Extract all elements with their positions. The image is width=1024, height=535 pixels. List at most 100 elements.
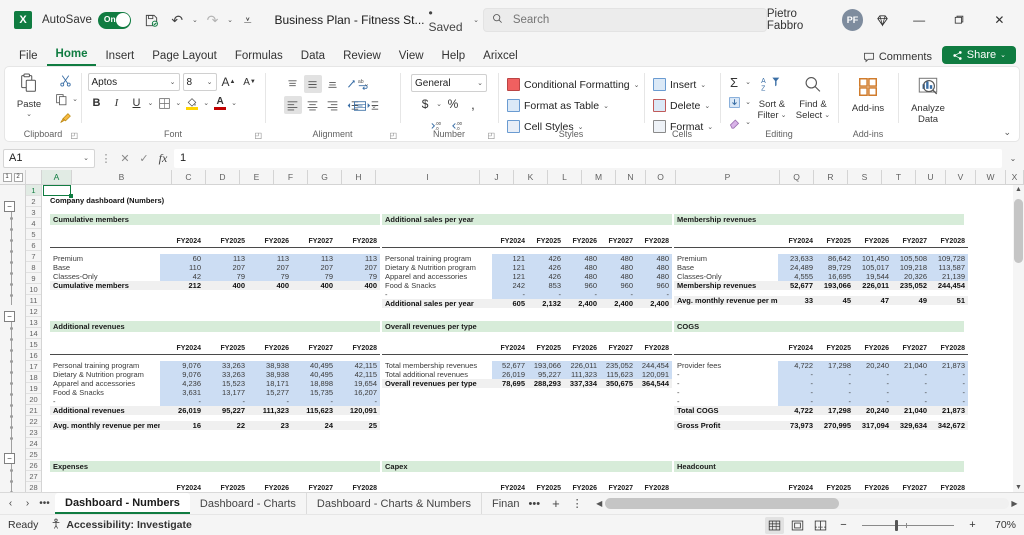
column-header-H[interactable]: H <box>342 170 376 184</box>
fill-dropdown-icon[interactable]: ⌄ <box>745 98 751 106</box>
collapse-ribbon-button[interactable]: ⌄ <box>1003 127 1011 138</box>
ribbon-tab-file[interactable]: File <box>10 48 47 66</box>
column-header-W[interactable]: W <box>976 170 1006 184</box>
column-header-P[interactable]: P <box>676 170 780 184</box>
column-header-E[interactable]: E <box>240 170 274 184</box>
expand-formula-bar-icon[interactable]: ⌄ <box>1005 154 1021 163</box>
cancel-entry-icon[interactable]: ✕ <box>117 152 133 165</box>
scroll-left-arrow-icon[interactable]: ◀ <box>594 499 605 508</box>
column-header-J[interactable]: J <box>480 170 514 184</box>
ribbon-tab-page-layout[interactable]: Page Layout <box>143 48 226 66</box>
formula-bar-options-icon[interactable]: ⋮ <box>98 152 114 165</box>
row-header-5[interactable]: 5 <box>26 229 41 240</box>
ribbon-tab-help[interactable]: Help <box>433 48 475 66</box>
row-header-28[interactable]: 28 <box>26 482 41 492</box>
row-header-10[interactable]: 10 <box>26 284 41 295</box>
row-header-3[interactable]: 3 <box>26 207 41 218</box>
vertical-scroll-thumb[interactable] <box>1014 199 1023 263</box>
customize-toolbar-icon[interactable]: ⩡ <box>235 7 260 33</box>
scroll-right-arrow-icon[interactable]: ▶ <box>1009 499 1020 508</box>
row-header-13[interactable]: 13 <box>26 317 41 328</box>
outline-level-1-button[interactable]: 1 <box>2 172 12 182</box>
sheet-content[interactable]: Company dashboard (Numbers) Cumulative m… <box>42 185 1024 492</box>
font-size-combo[interactable]: 8 ⌄ <box>182 73 217 91</box>
fill-button[interactable] <box>725 93 743 111</box>
select-all-corner[interactable] <box>26 170 42 184</box>
column-header-D[interactable]: D <box>206 170 240 184</box>
decrease-font-size-button[interactable]: A ▼ <box>241 73 259 91</box>
font-color-button[interactable]: A <box>211 95 229 112</box>
row-header-2[interactable]: 2 <box>26 196 41 207</box>
underline-dropdown-icon[interactable]: ⌄ <box>148 99 154 107</box>
outline-collapse-group-1[interactable]: − <box>4 201 15 212</box>
diamond-icon[interactable] <box>870 7 895 33</box>
analyze-data-button[interactable]: Analyze Data <box>902 70 954 125</box>
cut-button[interactable] <box>52 71 78 89</box>
italic-button[interactable]: I <box>108 94 126 112</box>
scroll-down-arrow-icon[interactable]: ▼ <box>1013 484 1024 491</box>
accessibility-status[interactable]: Accessibility: Investigate <box>50 518 192 533</box>
normal-view-button[interactable] <box>765 516 784 534</box>
row-header-9[interactable]: 9 <box>26 273 41 284</box>
name-box-dropdown-icon[interactable]: ⌄ <box>83 154 89 162</box>
horizontal-scroll-thumb[interactable] <box>604 498 840 509</box>
column-header-O[interactable]: O <box>646 170 676 184</box>
column-header-G[interactable]: G <box>308 170 342 184</box>
zoom-handle[interactable] <box>895 519 899 531</box>
insert-cells-button[interactable]: Insert ⌄ <box>653 75 713 94</box>
undo-dropdown-icon[interactable]: ⌄ <box>190 7 200 33</box>
merge-dropdown-icon[interactable]: ⌄ <box>371 102 377 110</box>
percent-button[interactable]: % <box>444 95 462 113</box>
minimize-button[interactable]: — <box>903 6 936 34</box>
insert-dropdown-icon[interactable]: ⌄ <box>700 81 706 89</box>
name-box[interactable]: A1 ⌄ <box>3 148 95 168</box>
sheet-tab-finan[interactable]: Finan <box>482 493 524 514</box>
column-header-I[interactable]: I <box>376 170 480 184</box>
row-header-8[interactable]: 8 <box>26 262 41 273</box>
sort-filter-dropdown-icon[interactable]: ⌄ <box>781 111 787 121</box>
paste-button[interactable]: Paste ⌄ <box>8 70 50 118</box>
align-left-button[interactable] <box>283 96 302 114</box>
sheet-tab-dashboard-numbers[interactable]: Dashboard - Numbers <box>55 493 190 514</box>
sort-filter-button[interactable]: AZ Sort & Filter ⌄ <box>753 73 791 121</box>
sheet-tab-dashboard-charts-numbers[interactable]: Dashboard - Charts & Numbers <box>307 493 482 514</box>
outline-collapse-group-2[interactable]: − <box>4 311 15 322</box>
align-center-button[interactable] <box>304 96 322 114</box>
autosum-dropdown-icon[interactable]: ⌄ <box>745 78 751 86</box>
column-header-U[interactable]: U <box>916 170 946 184</box>
increase-font-size-button[interactable]: A ▲ <box>220 73 238 91</box>
outline-collapse-group-3[interactable]: − <box>4 453 15 464</box>
title-dropdown-icon[interactable]: ⌄ <box>469 7 483 33</box>
ribbon-tab-arixcel[interactable]: Arixcel <box>474 48 527 66</box>
close-button[interactable]: ✕ <box>983 6 1016 34</box>
column-header-Q[interactable]: Q <box>780 170 814 184</box>
scroll-up-arrow-icon[interactable]: ▲ <box>1013 186 1024 193</box>
conditional-formatting-dropdown-icon[interactable]: ⌄ <box>634 81 640 89</box>
avatar[interactable]: PF <box>841 9 864 31</box>
row-header-27[interactable]: 27 <box>26 471 41 482</box>
delete-dropdown-icon[interactable]: ⌄ <box>704 102 710 110</box>
ribbon-tab-view[interactable]: View <box>390 48 433 66</box>
conditional-formatting-button[interactable]: Conditional Formatting ⌄ <box>507 75 640 94</box>
add-sheet-button[interactable]: + <box>545 493 567 514</box>
row-header-21[interactable]: 21 <box>26 405 41 416</box>
number-format-dropdown-icon[interactable]: ⌄ <box>477 79 483 87</box>
row-header-22[interactable]: 22 <box>26 416 41 427</box>
autosave-toggle[interactable]: On <box>97 11 132 29</box>
active-cell-A1[interactable] <box>43 185 73 198</box>
confirm-entry-icon[interactable]: ✓ <box>136 152 152 165</box>
number-dialog-launcher[interactable]: ◰ <box>487 131 495 140</box>
wrap-text-button[interactable]: ab <box>351 74 377 92</box>
undo-icon[interactable]: ↶ <box>165 7 190 33</box>
horizontal-scrollbar[interactable]: ◀ ▶ <box>594 496 1020 511</box>
column-header-L[interactable]: L <box>548 170 582 184</box>
column-header-M[interactable]: M <box>582 170 616 184</box>
row-header-23[interactable]: 23 <box>26 427 41 438</box>
comments-button[interactable]: Comments <box>863 51 932 63</box>
zoom-in-button[interactable]: + <box>963 517 982 534</box>
row-header-4[interactable]: 4 <box>26 218 41 229</box>
borders-button[interactable] <box>155 94 173 112</box>
previous-sheet-icon[interactable]: ‹ <box>2 498 19 509</box>
row-header-25[interactable]: 25 <box>26 449 41 460</box>
outline-level-2-button[interactable]: 2 <box>13 172 23 182</box>
